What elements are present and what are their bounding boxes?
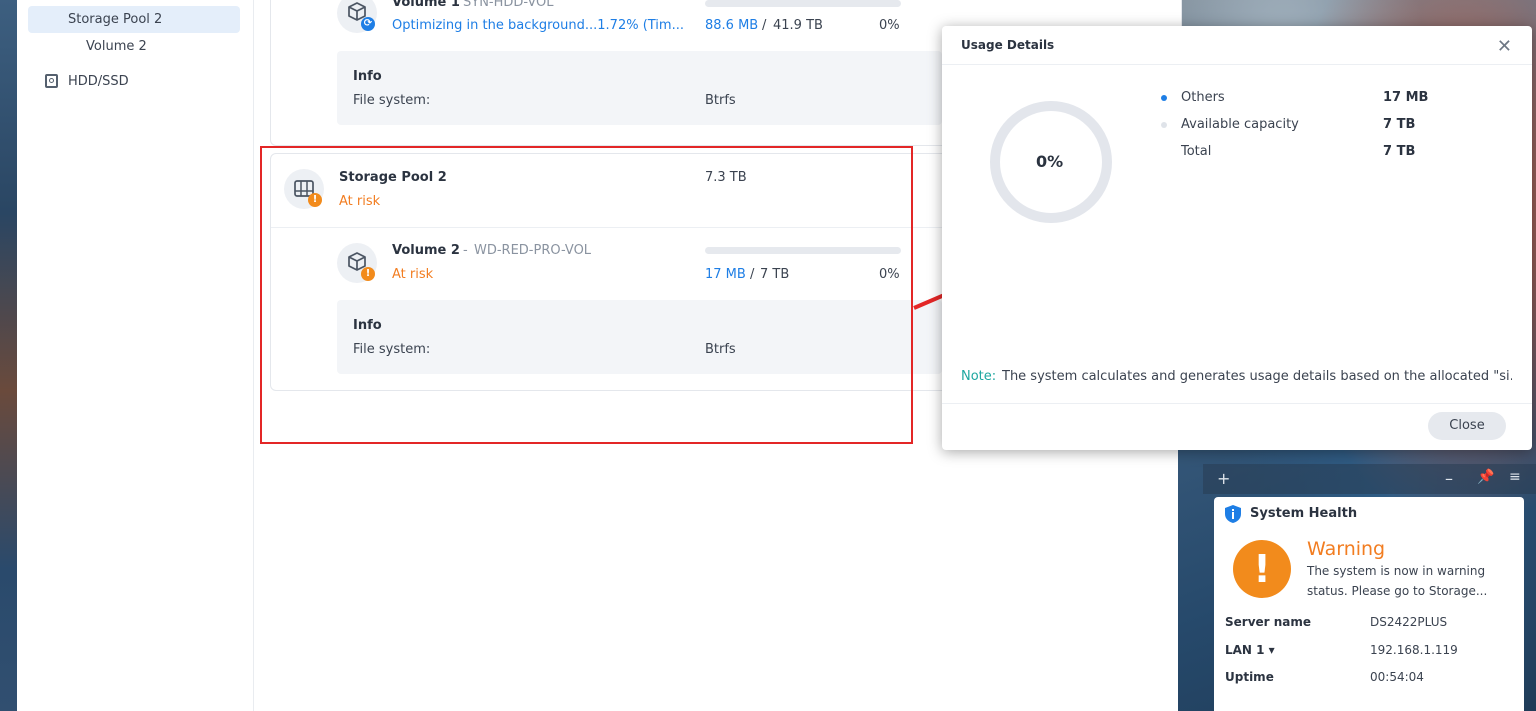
legend-value-others: 17 MB: [1383, 90, 1429, 105]
server-name-value: DS2422PLUS: [1370, 615, 1448, 629]
add-widget-icon[interactable]: +: [1217, 469, 1230, 488]
donut-percent-label: 0%: [1036, 152, 1064, 171]
note-label: Note:: [961, 369, 997, 384]
widget-menu-icon[interactable]: ≡: [1509, 469, 1521, 485]
note-text: The system calculates and generates usag…: [1002, 369, 1512, 384]
legend-label-total: Total: [1181, 144, 1212, 159]
system-health-widget: System Health ! Warning The system is no…: [1214, 497, 1524, 711]
close-button[interactable]: Close: [1428, 412, 1506, 440]
minimize-icon[interactable]: –: [1445, 469, 1453, 488]
divider: [942, 64, 1532, 65]
widget-toolbar: + – 📌 ≡: [1203, 464, 1536, 494]
legend-value-total: 7 TB: [1383, 144, 1416, 159]
usage-details-dialog: Usage Details ✕ 0% Others 17 MB Availabl…: [942, 26, 1532, 450]
dialog-title: Usage Details: [961, 38, 1055, 52]
info-shield-icon: [1225, 505, 1241, 523]
widget-title: System Health: [1250, 506, 1358, 521]
divider: [942, 403, 1532, 404]
uptime-value: 00:54:04: [1370, 670, 1424, 684]
legend-value-available: 7 TB: [1383, 117, 1416, 132]
warning-icon: !: [1233, 540, 1291, 598]
pin-icon[interactable]: 📌: [1477, 469, 1494, 485]
legend-label-others: Others: [1181, 90, 1225, 105]
close-icon[interactable]: ✕: [1497, 36, 1512, 57]
warning-text-line-2[interactable]: status. Please go to Storage...: [1307, 584, 1487, 598]
uptime-label: Uptime: [1225, 670, 1274, 684]
legend-label-available: Available capacity: [1181, 117, 1299, 132]
legend-dot-available: [1161, 122, 1167, 128]
warning-text-line-1: The system is now in warning: [1307, 564, 1486, 578]
lan-selector[interactable]: LAN 1 ▾: [1225, 643, 1275, 657]
warning-title: Warning: [1307, 538, 1386, 560]
server-name-label: Server name: [1225, 615, 1312, 629]
lan-ip-value: 192.168.1.119: [1370, 643, 1458, 657]
legend-dot-others: [1161, 95, 1167, 101]
